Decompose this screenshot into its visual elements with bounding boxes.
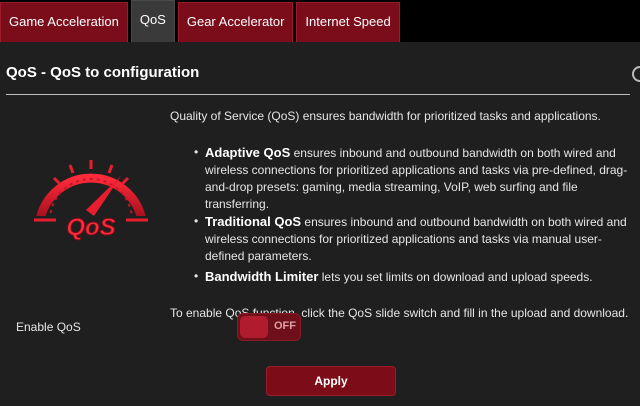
toggle-state: OFF xyxy=(274,320,296,332)
feature-term: Adaptive QoS xyxy=(205,145,291,160)
feature-term: Traditional QoS xyxy=(205,214,302,229)
tab-bar: Game Acceleration QoS Gear Accelerator I… xyxy=(0,0,403,42)
title-divider xyxy=(6,94,630,95)
apply-button[interactable]: Apply xyxy=(266,366,396,396)
list-item: Adaptive QoS ensures inbound and outboun… xyxy=(170,144,630,213)
tab-gear-accelerator[interactable]: Gear Accelerator xyxy=(177,2,294,42)
enable-qos-toggle[interactable]: OFF xyxy=(237,313,301,341)
qos-description: Quality of Service (QoS) ensures bandwid… xyxy=(170,108,630,322)
feature-term: Bandwidth Limiter xyxy=(205,269,319,284)
logo-text: QoS xyxy=(66,214,115,241)
intro-text: Quality of Service (QoS) ensures bandwid… xyxy=(170,109,601,123)
list-item: Traditional QoS ensures inbound and outb… xyxy=(170,213,630,265)
list-item: Bandwidth Limiter lets you set limits on… xyxy=(170,268,630,286)
feature-text: lets you set limits on download and uplo… xyxy=(318,270,593,284)
tab-qos[interactable]: QoS xyxy=(130,0,175,42)
toggle-knob xyxy=(240,316,268,338)
enable-qos-label: Enable QoS xyxy=(16,320,81,334)
tab-game-acceleration[interactable]: Game Acceleration xyxy=(0,2,128,42)
tab-internet-speed[interactable]: Internet Speed xyxy=(296,2,400,42)
page-title: QoS - QoS to configuration xyxy=(6,64,200,81)
feature-list: Adaptive QoS ensures inbound and outboun… xyxy=(170,144,630,286)
qos-speedometer-icon: QoS xyxy=(32,160,150,242)
